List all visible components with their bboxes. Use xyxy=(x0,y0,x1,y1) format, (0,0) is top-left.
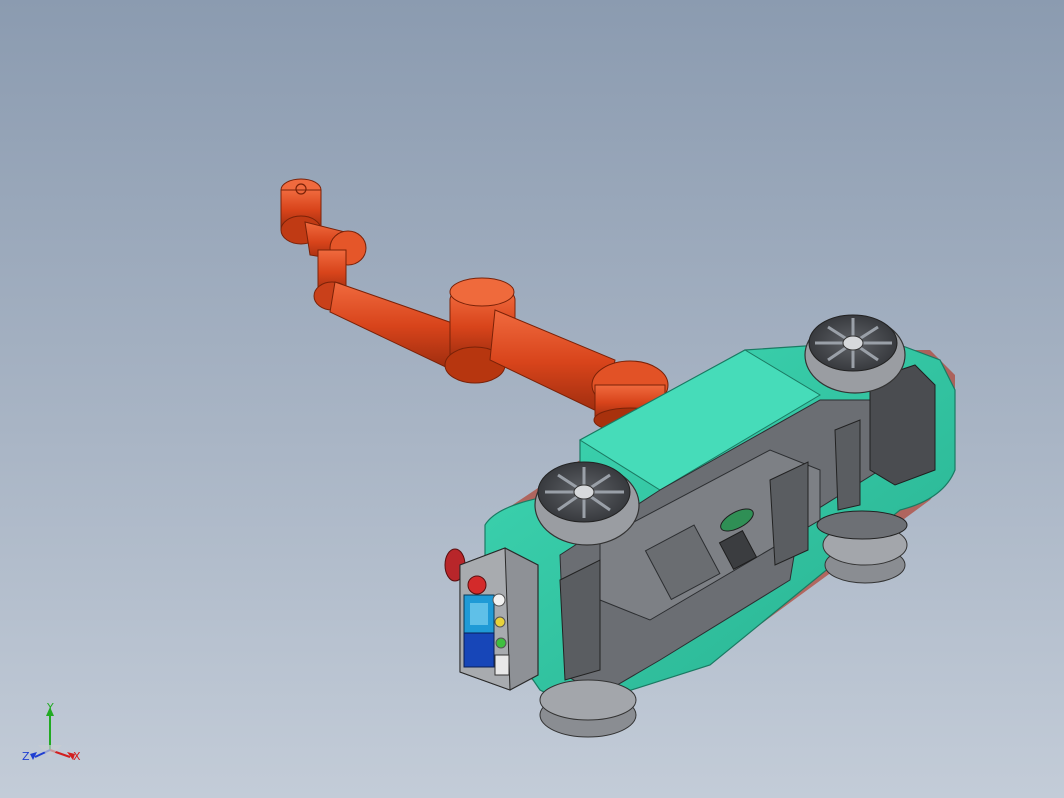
arm-forearm-link[interactable] xyxy=(329,281,459,371)
white-indicator-button[interactable] xyxy=(492,593,506,607)
robot-arm[interactable] xyxy=(280,178,669,433)
yellow-indicator-button[interactable] xyxy=(494,616,506,628)
panel-cover xyxy=(463,632,495,668)
triad-x-label: X xyxy=(73,750,81,763)
wheel-front-left[interactable] xyxy=(539,679,637,738)
control-box[interactable] xyxy=(444,547,539,691)
graphics-viewport[interactable]: Y X Z xyxy=(0,0,1064,798)
selector-switch[interactable] xyxy=(494,654,510,676)
green-indicator-button[interactable] xyxy=(495,637,507,649)
emergency-stop-button[interactable] xyxy=(467,575,487,595)
reference-triad: Y X Z xyxy=(22,701,81,763)
wheel-rear-left[interactable] xyxy=(804,314,906,394)
triad-z-label: Z xyxy=(22,750,30,763)
wheel-rear-right[interactable] xyxy=(816,510,908,584)
triad-y-label: Y xyxy=(46,701,54,714)
